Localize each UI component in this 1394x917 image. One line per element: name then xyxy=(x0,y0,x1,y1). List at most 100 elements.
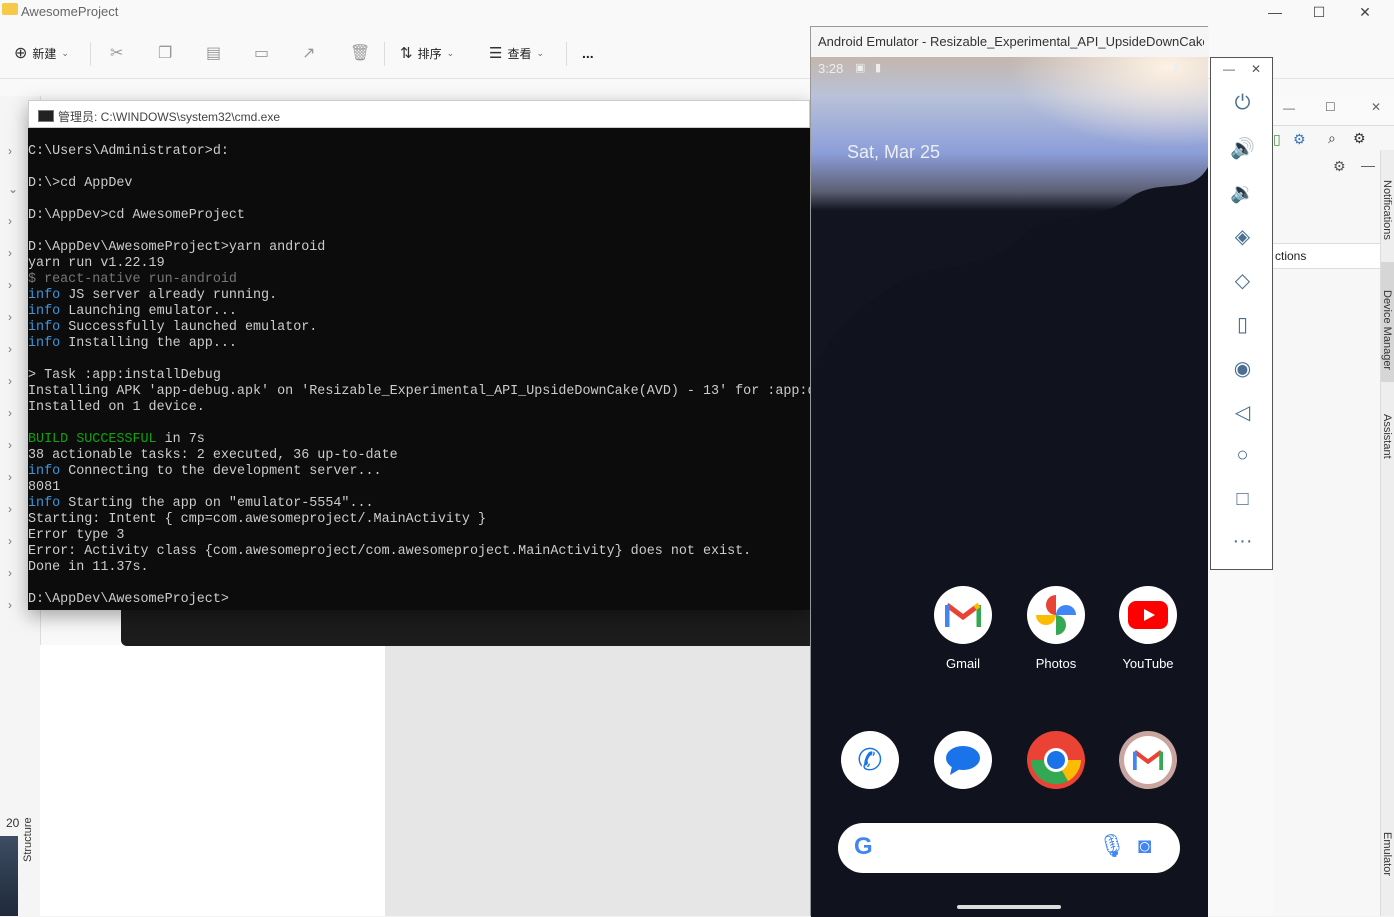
close-button[interactable]: ✕ xyxy=(1342,0,1388,24)
paste-button[interactable]: ▤ xyxy=(206,40,221,66)
console-line-text: Starting the app on "emulator-5554"... xyxy=(60,496,374,511)
dock-phone[interactable]: ✆ xyxy=(840,731,900,789)
gear-icon[interactable]: ⚙ xyxy=(1353,130,1366,147)
sd-card-icon: ▮ xyxy=(875,62,882,74)
chevron-right-icon[interactable]: › xyxy=(8,470,12,484)
app-gmail[interactable]: Gmail xyxy=(933,586,993,671)
chevron-down-icon[interactable]: ⌄ xyxy=(8,182,18,196)
device-manager-tab[interactable]: Device Manager xyxy=(1381,290,1393,370)
notifications-tab[interactable]: Notifications xyxy=(1381,180,1393,240)
console-line: $ react-native run-android xyxy=(28,272,810,288)
gesture-nav-handle[interactable] xyxy=(957,905,1061,909)
copy-button[interactable]: ❐ xyxy=(158,40,172,66)
google-search-bar[interactable]: G 🎙 ◙ xyxy=(838,823,1180,873)
chevron-right-icon[interactable]: › xyxy=(8,310,12,324)
microphone-icon[interactable]: 🎙 xyxy=(1098,833,1126,859)
camera-icon[interactable]: ◉ xyxy=(1211,356,1274,381)
chevron-right-icon[interactable]: › xyxy=(8,534,12,548)
dock-gmail[interactable] xyxy=(1118,731,1178,789)
toolbar-divider xyxy=(384,42,385,66)
close-icon[interactable]: ✕ xyxy=(1251,62,1261,76)
youtube-icon xyxy=(1119,586,1177,644)
console-line: > Task :app:installDebug xyxy=(28,368,810,384)
structure-tab[interactable]: Structure xyxy=(22,817,34,862)
chevron-right-icon[interactable]: › xyxy=(8,406,12,420)
new-button[interactable]: ⊕ 新建 ⌄ xyxy=(14,40,69,66)
toolbar-divider xyxy=(90,42,91,66)
console-line: info Installing the app... xyxy=(28,336,810,352)
console-line-text: in 7s xyxy=(156,432,205,447)
dock-chrome[interactable] xyxy=(1026,731,1086,789)
cut-button[interactable]: ✂ xyxy=(110,40,123,66)
chevron-right-icon[interactable]: › xyxy=(8,598,12,612)
maximize-button[interactable]: ☐ xyxy=(1296,0,1342,24)
app-youtube[interactable]: YouTube xyxy=(1118,586,1178,671)
console-line: Error type 3 xyxy=(28,528,810,544)
more-icon[interactable]: ··· xyxy=(1211,530,1274,553)
date-widget[interactable]: Sat, Mar 25 xyxy=(847,142,940,163)
android-emulator-window: Android Emulator - Resizable_Experimenta… xyxy=(810,26,1209,917)
left-number: 20 xyxy=(6,816,20,830)
view-label: 查看 xyxy=(507,46,532,61)
dock-messages[interactable] xyxy=(933,731,993,789)
chevron-right-icon[interactable]: › xyxy=(8,502,12,516)
console-line: Starting: Intent { cmp=com.awesomeprojec… xyxy=(28,512,810,528)
minimize-icon[interactable]: — xyxy=(1223,62,1235,76)
volume-down-icon[interactable]: 🔉 xyxy=(1211,180,1274,205)
home-icon[interactable]: ○ xyxy=(1211,444,1274,467)
console-line-text: Installed on 1 device. xyxy=(28,400,205,415)
chevron-right-icon[interactable]: › xyxy=(8,438,12,452)
close-button[interactable]: ✕ xyxy=(1371,100,1381,114)
sort-button[interactable]: ⇅ 排序 ⌄ xyxy=(400,40,454,66)
device-icon[interactable]: ⚙ xyxy=(1293,131,1306,148)
run-icon[interactable]: ▯ xyxy=(1273,131,1281,148)
back-icon[interactable]: ◁ xyxy=(1211,400,1274,425)
console-line-text: D:\AppDev>cd AwesomeProject xyxy=(28,208,245,223)
console-line-prefix: info xyxy=(28,336,61,351)
chevron-right-icon[interactable]: › xyxy=(8,246,12,260)
chrome-icon xyxy=(1027,731,1085,789)
share-button[interactable]: ↗ xyxy=(302,40,315,66)
delete-button[interactable]: 🗑 xyxy=(350,40,370,66)
chevron-right-icon[interactable]: › xyxy=(8,214,12,228)
console-line-text: 8081 xyxy=(28,480,61,495)
overview-icon[interactable]: □ xyxy=(1211,488,1274,511)
minimize-panel-icon[interactable]: — xyxy=(1361,157,1375,173)
volume-up-icon[interactable]: 🔊 xyxy=(1211,136,1274,161)
console-line-text: Successfully launched emulator. xyxy=(60,320,318,335)
gear-icon[interactable]: ⚙ xyxy=(1333,158,1346,175)
console-line-prefix: info xyxy=(28,304,61,319)
ide-tab[interactable]: ctions xyxy=(1273,243,1381,269)
console-line-text: D:\AppDev\AwesomeProject>yarn android xyxy=(28,240,326,255)
console-line: info Connecting to the development serve… xyxy=(28,464,810,480)
console-output[interactable]: C:\Users\Administrator>d: D:\>cd AppDev D:… xyxy=(28,144,810,610)
copy-icon: ❐ xyxy=(158,45,173,62)
app-photos[interactable]: Photos xyxy=(1026,586,1086,671)
chevron-right-icon[interactable]: › xyxy=(8,342,12,356)
chevron-right-icon[interactable]: › xyxy=(8,278,12,292)
rename-button[interactable]: ▭ xyxy=(254,40,269,66)
minimize-button[interactable]: — xyxy=(1283,101,1295,115)
chevron-right-icon[interactable]: › xyxy=(8,144,12,158)
fold-icon[interactable]: ▯ xyxy=(1211,312,1274,337)
console-line-text: Done in 11.37s. xyxy=(28,560,149,575)
console-line-text: C:\Users\Administrator>d: xyxy=(28,144,229,159)
minimize-button[interactable]: — xyxy=(1252,0,1298,24)
console-line-text: D:\>cd AppDev xyxy=(28,176,133,191)
more-options-button[interactable]: ... xyxy=(582,40,594,66)
maximize-button[interactable]: ☐ xyxy=(1325,100,1336,114)
assistant-tab[interactable]: Assistant xyxy=(1381,414,1393,459)
chevron-right-icon[interactable]: › xyxy=(8,566,12,580)
photos-icon xyxy=(1027,586,1085,644)
view-button[interactable]: ☰ 查看 ⌄ xyxy=(489,40,544,66)
lens-camera-icon[interactable]: ◙ xyxy=(1138,833,1151,859)
chevron-right-icon[interactable]: › xyxy=(8,374,12,388)
emulator-tab[interactable]: Emulator xyxy=(1381,832,1393,876)
power-icon[interactable]: ⏻ xyxy=(1211,92,1274,115)
rotate-left-icon[interactable]: ◈ xyxy=(1211,224,1274,249)
device-screen[interactable]: 3:28 ▣ ▮ ◺ ▮ Sat, Mar 25 Gmail Photos Yo… xyxy=(811,57,1208,917)
rotate-right-icon[interactable]: ◇ xyxy=(1211,268,1274,293)
search-icon[interactable]: ⌕ xyxy=(1328,130,1336,147)
console-line-prefix: info xyxy=(28,464,61,479)
